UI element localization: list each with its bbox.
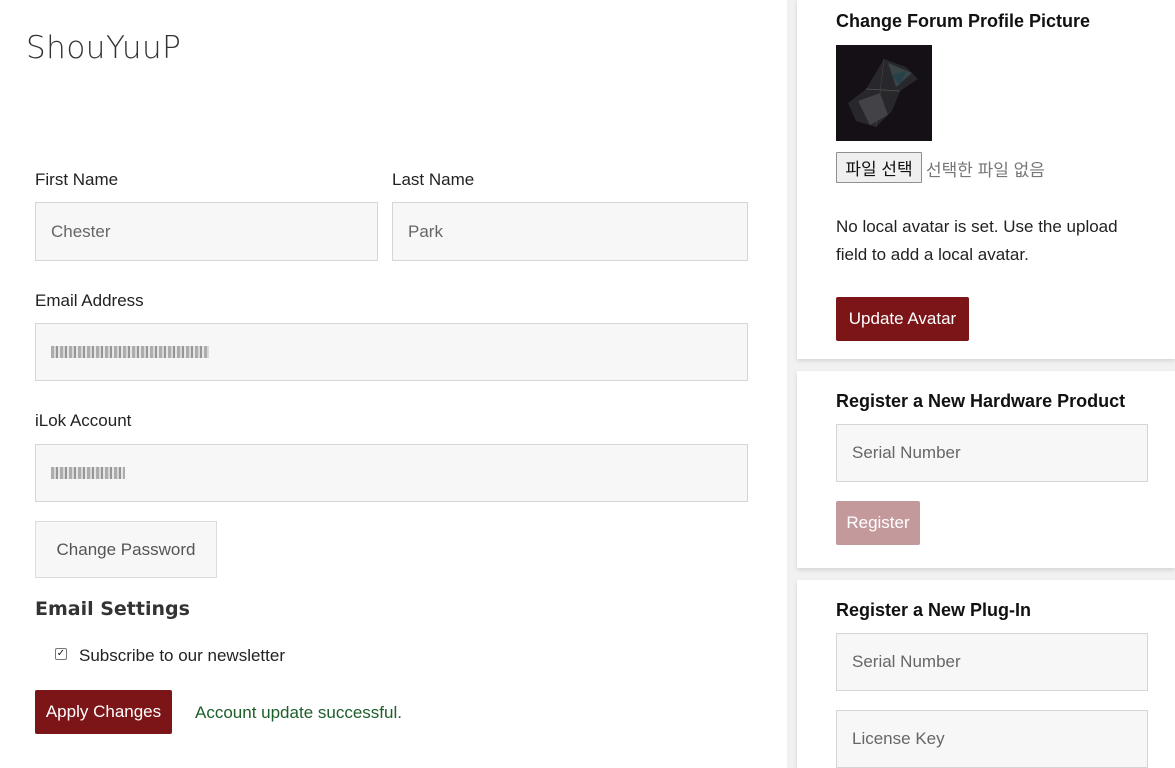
first-name-label: First Name xyxy=(35,170,119,189)
avatar-card: Change Forum Profile Picture 파일 선택 선택한 파… xyxy=(797,0,1175,359)
last-name-input[interactable]: Park xyxy=(392,202,748,261)
plugin-card: Register a New Plug-In Serial Number Lic… xyxy=(797,580,1175,768)
ilok-label: iLok Account xyxy=(35,411,132,430)
panel-divider xyxy=(787,0,797,768)
last-name-label: Last Name xyxy=(392,170,475,189)
plugin-license-input[interactable]: License Key xyxy=(836,710,1148,768)
last-name-value: Park xyxy=(408,221,443,241)
hardware-card-title: Register a New Hardware Product xyxy=(836,391,1126,411)
hardware-card: Register a New Hardware Product Serial N… xyxy=(797,371,1175,568)
file-status-text: 선택한 파일 없음 xyxy=(926,161,1045,180)
email-input[interactable] xyxy=(35,323,748,381)
plugin-serial-placeholder: Serial Number xyxy=(852,652,961,671)
email-value-redacted xyxy=(51,346,209,358)
avatar xyxy=(836,45,932,141)
avatar-card-title: Change Forum Profile Picture xyxy=(836,11,1091,31)
hardware-serial-input[interactable]: Serial Number xyxy=(836,424,1148,482)
avatar-info-line-2: field to add a local avatar. xyxy=(836,245,1029,264)
register-hardware-button[interactable]: Register xyxy=(836,501,920,545)
avatar-info-line-1: No local avatar is set. Use the upload xyxy=(836,217,1118,236)
update-avatar-button[interactable]: Update Avatar xyxy=(836,297,969,341)
plugin-card-title: Register a New Plug-In xyxy=(836,600,1032,620)
newsletter-checkbox[interactable]: ✓ xyxy=(55,648,67,660)
plugin-license-placeholder: License Key xyxy=(852,729,945,748)
newsletter-label: Subscribe to our newsletter xyxy=(79,646,285,665)
first-name-input[interactable]: Chester xyxy=(35,202,378,261)
hardware-serial-placeholder: Serial Number xyxy=(852,443,961,462)
email-settings-heading: Email Settings xyxy=(35,598,190,620)
plugin-serial-input[interactable]: Serial Number xyxy=(836,633,1148,691)
ilok-value-redacted xyxy=(51,467,125,479)
first-name-value: Chester xyxy=(51,221,111,241)
email-label: Email Address xyxy=(35,291,144,310)
status-message: Account update successful. xyxy=(195,703,402,722)
ilok-input[interactable] xyxy=(35,444,748,502)
choose-file-button[interactable]: 파일 선택 xyxy=(836,152,922,183)
username-heading: ShouYuuP xyxy=(26,30,182,66)
avatar-info-text: No local avatar is set. Use the upload f… xyxy=(836,213,1156,269)
change-password-button[interactable]: Change Password xyxy=(35,521,217,578)
apply-changes-button[interactable]: Apply Changes xyxy=(35,690,172,734)
